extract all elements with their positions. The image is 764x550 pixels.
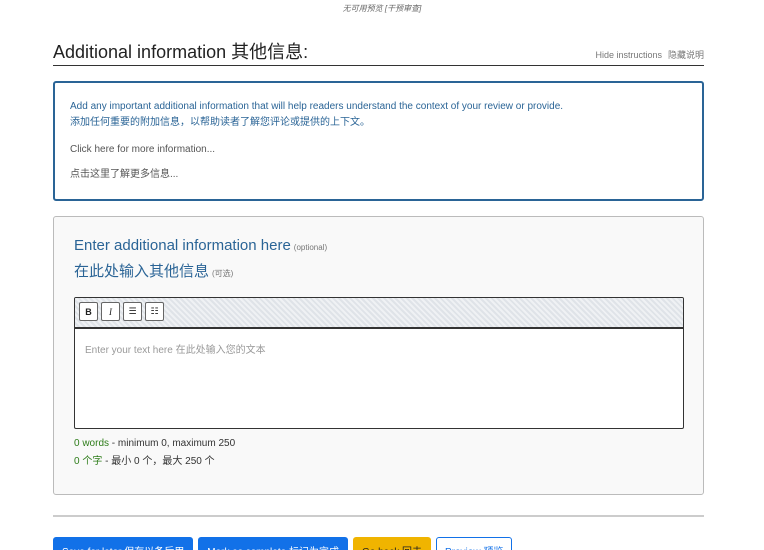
go-back-button[interactable]: Go back 回去 (352, 537, 431, 550)
optional-tag-zh: (可选) (212, 269, 234, 278)
hide-instructions-en[interactable]: Hide instructions (595, 50, 662, 60)
word-count-value-en: 0 words (74, 438, 110, 449)
action-buttons: Save for later 保存以备后用 Mark as complete 标… (53, 537, 513, 550)
instructions-text-en: Add any important additional information… (70, 101, 564, 112)
page-title: Additional information 其他信息: (53, 42, 309, 62)
additional-info-form: Enter additional information here (option… (53, 216, 704, 495)
word-limits-en: - minimum 0, maximum 250 (109, 438, 236, 449)
editor-text-area[interactable]: Enter your text here 在此处输入您的文本 (75, 329, 683, 428)
field-label-en-text: Enter additional information here (74, 237, 291, 254)
save-for-later-button[interactable]: Save for later 保存以备后用 (53, 537, 194, 550)
optional-tag-en: (optional) (293, 243, 328, 252)
field-label-zh-text: 在此处输入其他信息 (74, 263, 210, 280)
more-info-link-en[interactable]: Click here for more information... (70, 144, 687, 155)
hide-instructions-zh[interactable]: 隐藏说明 (668, 50, 704, 60)
field-label-zh: 在此处输入其他信息 (可选) (74, 260, 233, 281)
editor-toolbar: B I ☰ ☷ (75, 298, 683, 329)
instructions-box: Add any important additional information… (53, 81, 704, 201)
mark-complete-button[interactable]: Mark as complete 标记为完成 (198, 537, 348, 550)
word-count-en: 0 words - minimum 0, maximum 250 (74, 435, 235, 453)
word-count-value-zh: 0 个字 (74, 456, 103, 467)
instructions-text-zh: 添加任何重要的附加信息，以帮助读者了解您评论或提供的上下文。 (70, 117, 370, 128)
divider (53, 515, 704, 517)
italic-button[interactable]: I (101, 302, 120, 321)
rich-text-editor: B I ☰ ☷ Enter your text here 在此处输入您的文本 (74, 297, 684, 429)
word-limits-zh: - 最小 0 个，最大 250 个 (102, 456, 215, 467)
field-label-en: Enter additional information here (option… (74, 237, 327, 254)
word-count-zh: 0 个字 - 最小 0 个，最大 250 个 (74, 453, 235, 471)
editor-placeholder: Enter your text here 在此处输入您的文本 (85, 345, 266, 356)
bold-button[interactable]: B (79, 302, 98, 321)
more-info-link-zh[interactable]: 点击这里了解更多信息... (70, 165, 687, 180)
hide-instructions-link[interactable]: Hide instructions 隐藏说明 (595, 48, 704, 61)
section-header: Additional information 其他信息: Hide instru… (53, 36, 704, 66)
preview-button[interactable]: Preview 预览 (436, 537, 513, 550)
preview-notice: 无可用预览 [干预审查] (342, 4, 422, 13)
word-count: 0 words - minimum 0, maximum 250 0 个字 - … (74, 435, 235, 471)
bullet-list-icon[interactable]: ☰ (123, 302, 142, 321)
numbered-list-icon[interactable]: ☷ (145, 302, 164, 321)
